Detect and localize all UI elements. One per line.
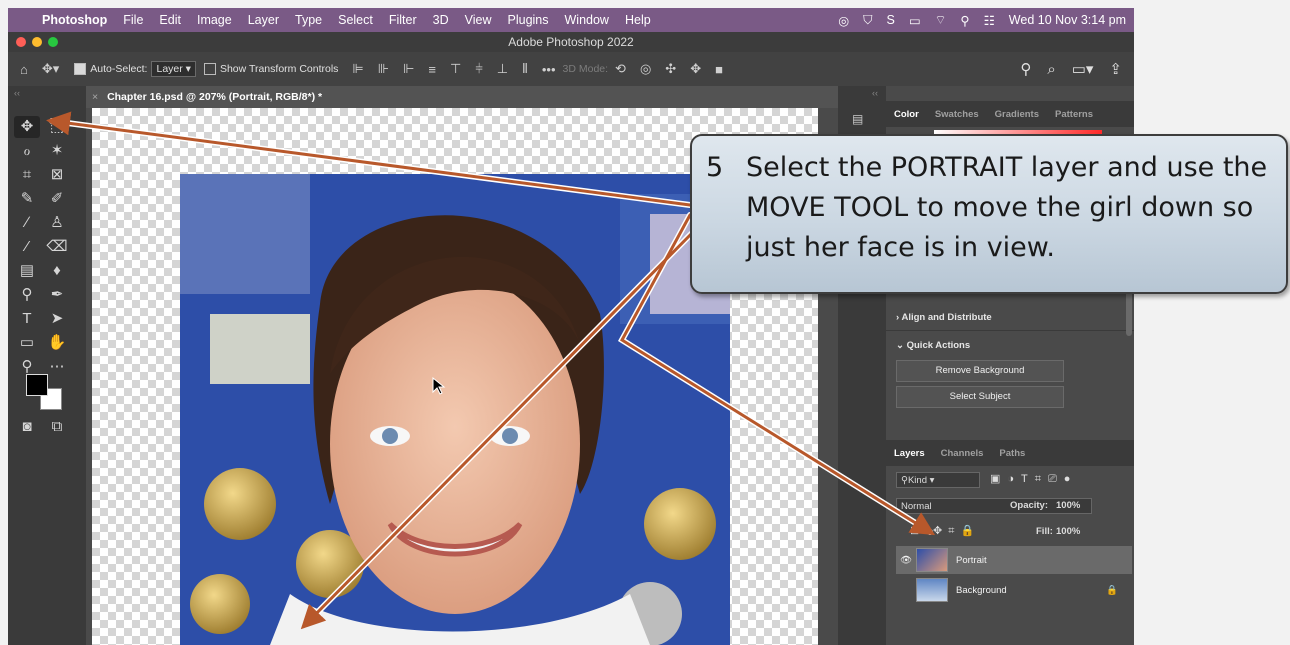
instruction-text: Select the PORTRAIT layer and use the MO…	[746, 152, 1268, 263]
cursor-icon	[432, 376, 446, 395]
arrow-down-direction	[300, 223, 702, 630]
instruction-callout: 5 Select the PORTRAIT layer and use the …	[690, 134, 1288, 294]
annotation-arrows	[46, 111, 936, 630]
step-number: 5	[706, 152, 724, 183]
arrow-to-move-tool	[46, 111, 692, 207]
